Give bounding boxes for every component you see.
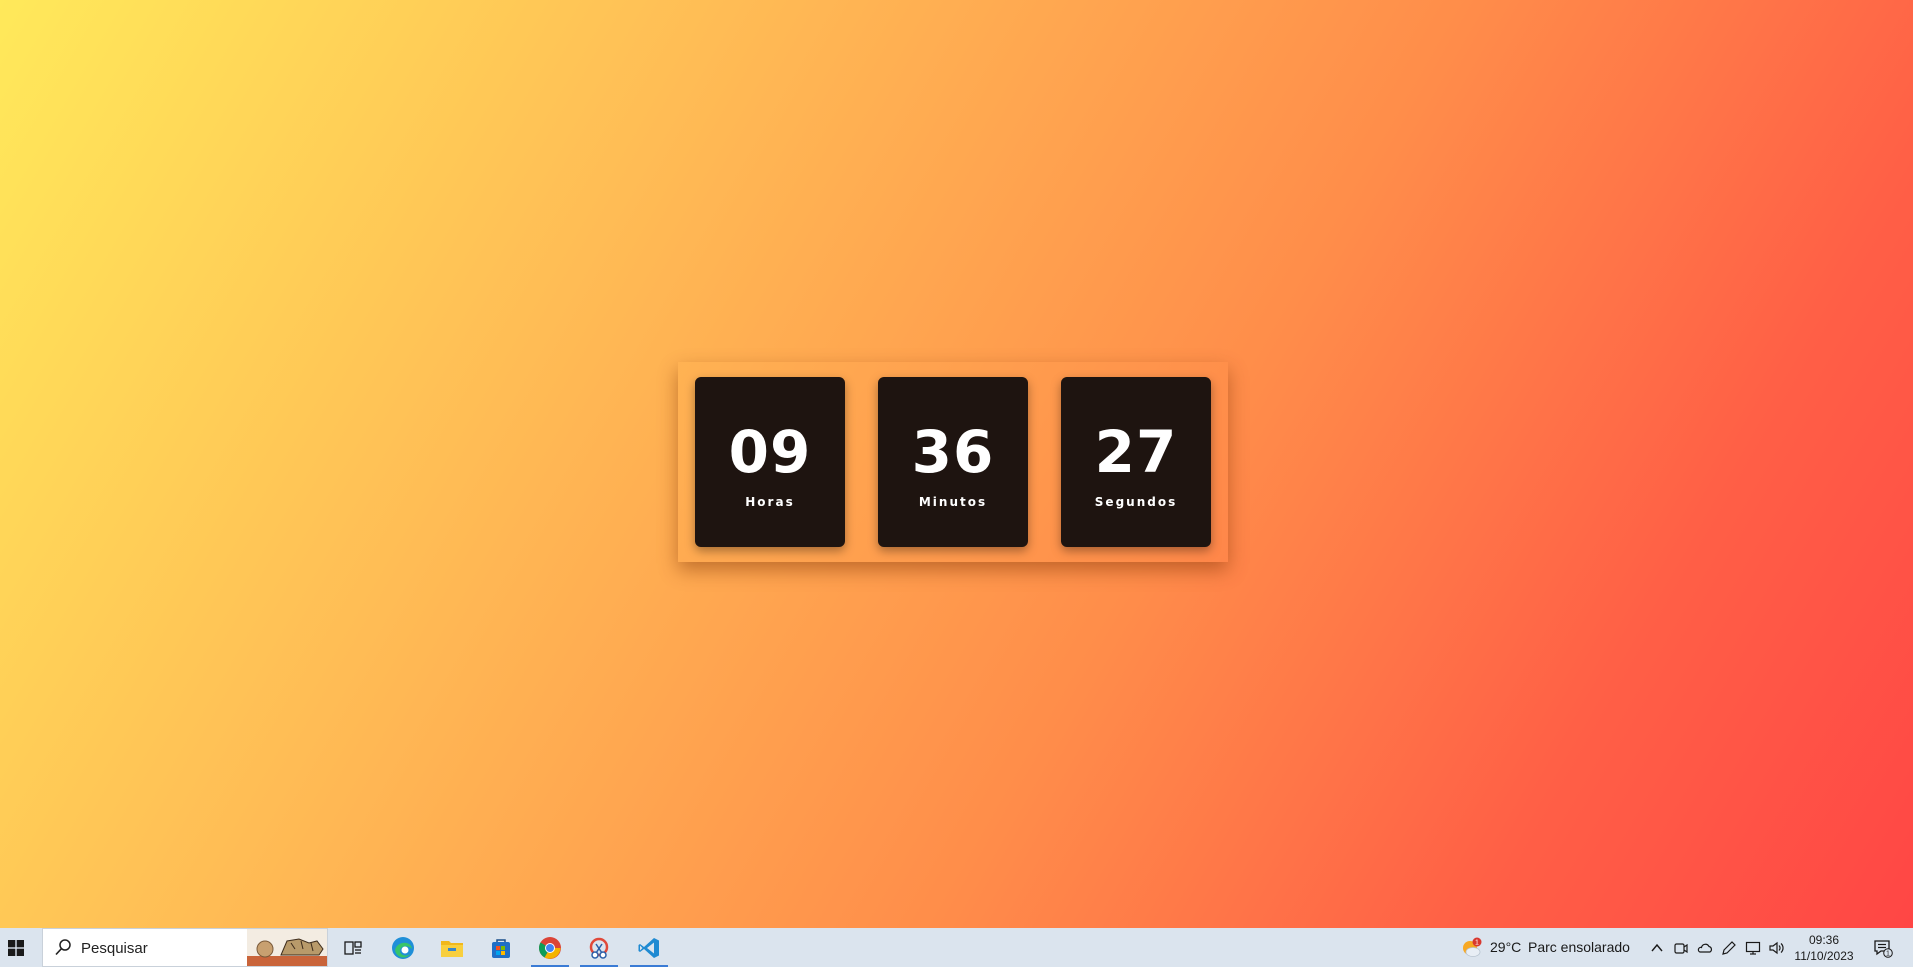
vscode-icon [638,937,659,958]
seconds-label: Segundos [1094,495,1178,509]
edge-button[interactable] [380,928,426,967]
pen-icon[interactable] [1721,940,1737,956]
edge-icon [392,936,414,959]
seconds-value: 27 [1094,418,1178,486]
clock-datetime[interactable]: 09:36 11/10/2023 [1786,932,1862,964]
taskbar-time: 09:36 [1808,933,1840,947]
file-explorer-icon [441,940,463,957]
seconds-box: 27 Segundos [1061,377,1211,547]
minutes-label: Minutos [918,495,988,509]
chrome-icon [539,936,561,959]
task-view-button[interactable] [330,928,376,967]
weather-icon[interactable]: 1 [1460,937,1482,959]
hours-value: 09 [728,418,812,486]
task-view-icon [344,940,362,955]
network-icon[interactable] [1745,940,1761,956]
weather-temp[interactable]: 29°C [1490,939,1521,955]
taskbar: Pesquisar 1 29°C Parc ensolarado 09:36 1… [0,928,1913,967]
clock-panel: 09 Horas 36 Minutos 27 Segundos [678,362,1228,562]
vscode-button[interactable] [626,928,672,967]
hours-box: 09 Horas [695,377,845,547]
search-icon [55,939,71,956]
snipping-tool-button[interactable] [576,928,622,967]
file-explorer-button[interactable] [429,928,475,967]
notification-count: 1 [1886,950,1890,957]
volume-icon[interactable] [1768,940,1784,956]
store-icon [492,938,510,958]
chevron-up-icon[interactable] [1649,940,1665,956]
search-placeholder: Pesquisar [81,940,148,957]
minutes-box: 36 Minutos [878,377,1028,547]
store-button[interactable] [478,928,524,967]
weather-description[interactable]: Parc ensolarado [1528,939,1630,955]
minutes-value: 36 [911,418,995,486]
onedrive-icon[interactable] [1697,940,1713,956]
windows-logo-icon [8,939,24,956]
start-button[interactable] [0,928,32,967]
notification-center-icon[interactable]: 1 [1873,938,1893,958]
chrome-button[interactable] [527,928,573,967]
search-highlight-image-icon [247,929,327,966]
snipping-tool-icon [589,937,609,959]
desktop-background: 09 Horas 36 Minutos 27 Segundos [0,0,1913,928]
weather-badge: 1 [1475,939,1479,946]
hours-label: Horas [745,495,795,509]
search-box[interactable]: Pesquisar [42,928,328,967]
meet-now-icon[interactable] [1673,940,1689,956]
taskbar-date: 11/10/2023 [1794,949,1854,963]
